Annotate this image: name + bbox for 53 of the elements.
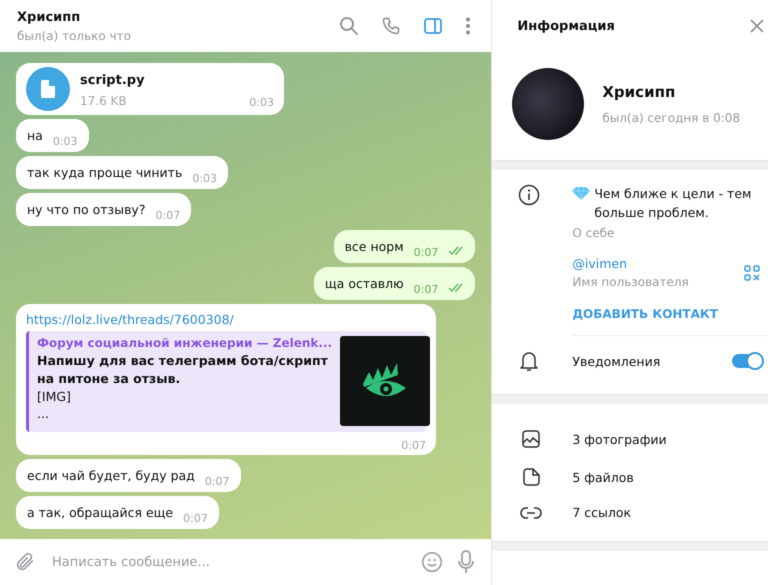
notifications-label: Уведомления bbox=[571, 354, 662, 368]
file-name: script.py bbox=[80, 73, 145, 88]
last-seen: был(а) сегодня в 0:08 bbox=[602, 111, 740, 125]
message-text: на bbox=[27, 127, 43, 145]
image-icon bbox=[520, 429, 542, 449]
message-text: ну что по отзыву? bbox=[27, 201, 146, 219]
more-icon[interactable] bbox=[465, 16, 472, 36]
message-time: 0:03 bbox=[52, 135, 78, 148]
username-label: Имя пользователя bbox=[572, 275, 689, 289]
chat-status: был(а) только что bbox=[17, 28, 131, 42]
message-text: все норм bbox=[344, 238, 404, 256]
message-time: 0:07 bbox=[414, 283, 438, 296]
preview-text: [IMG] bbox=[37, 388, 72, 405]
sidebar-toggle-icon[interactable] bbox=[423, 16, 444, 36]
message-time: 0:03 bbox=[249, 96, 274, 109]
panel-title: Информация bbox=[517, 18, 615, 34]
message-text: так куда проще чинить bbox=[27, 164, 182, 182]
preview-text: ... bbox=[37, 405, 50, 422]
close-icon[interactable] bbox=[750, 19, 764, 33]
preview-site-name: Форум социальной инженерии — Zelenk... bbox=[37, 336, 332, 350]
search-icon[interactable] bbox=[339, 16, 360, 36]
info-icon bbox=[518, 184, 540, 206]
gem-icon bbox=[572, 186, 590, 200]
message-text: а так, обращайся еще bbox=[27, 504, 174, 522]
bell-icon bbox=[518, 350, 540, 372]
microphone-icon[interactable] bbox=[457, 550, 476, 574]
qr-code-icon[interactable] bbox=[744, 264, 760, 280]
message-time: 0:07 bbox=[414, 246, 438, 259]
username-link[interactable]: @ivimen bbox=[572, 256, 689, 271]
chat-title: Хрисипп bbox=[17, 10, 82, 24]
media-list-item[interactable]: 3 фотографии bbox=[492, 420, 768, 458]
message-text: ща оставлю bbox=[324, 275, 404, 293]
notifications-toggle[interactable] bbox=[732, 354, 762, 368]
paperclip-icon[interactable] bbox=[14, 551, 36, 573]
message-link[interactable]: https://lolz.live/threads/7600308/ bbox=[26, 312, 426, 327]
link-icon bbox=[520, 506, 542, 520]
message-text: если чай будет, буду рад bbox=[27, 467, 195, 485]
message-time: 0:07 bbox=[204, 475, 230, 488]
message-time: 0:03 bbox=[192, 172, 218, 185]
media-list-item[interactable]: 5 файлов bbox=[492, 458, 768, 496]
message-time: 0:07 bbox=[401, 439, 426, 452]
media-list-item[interactable]: 7 ссылок bbox=[492, 496, 768, 529]
message-input[interactable]: Написать сообщение... bbox=[50, 554, 408, 570]
emoji-icon[interactable] bbox=[421, 551, 444, 573]
profile-name: Хрисипп bbox=[602, 83, 676, 101]
message-time: 0:07 bbox=[183, 512, 208, 525]
preview-title: Напишу для вас телеграмм бота/скрипт на питоне за отзыв. bbox=[37, 352, 329, 388]
bio-text: Чем ближе к цели - тем больше проблем. bbox=[594, 185, 752, 222]
bio-label: О себе bbox=[572, 226, 616, 240]
file-size: 17.6 KB bbox=[80, 94, 128, 108]
message-time: 0:07 bbox=[155, 209, 180, 222]
phone-icon[interactable] bbox=[381, 16, 402, 36]
file-icon[interactable] bbox=[26, 67, 70, 111]
